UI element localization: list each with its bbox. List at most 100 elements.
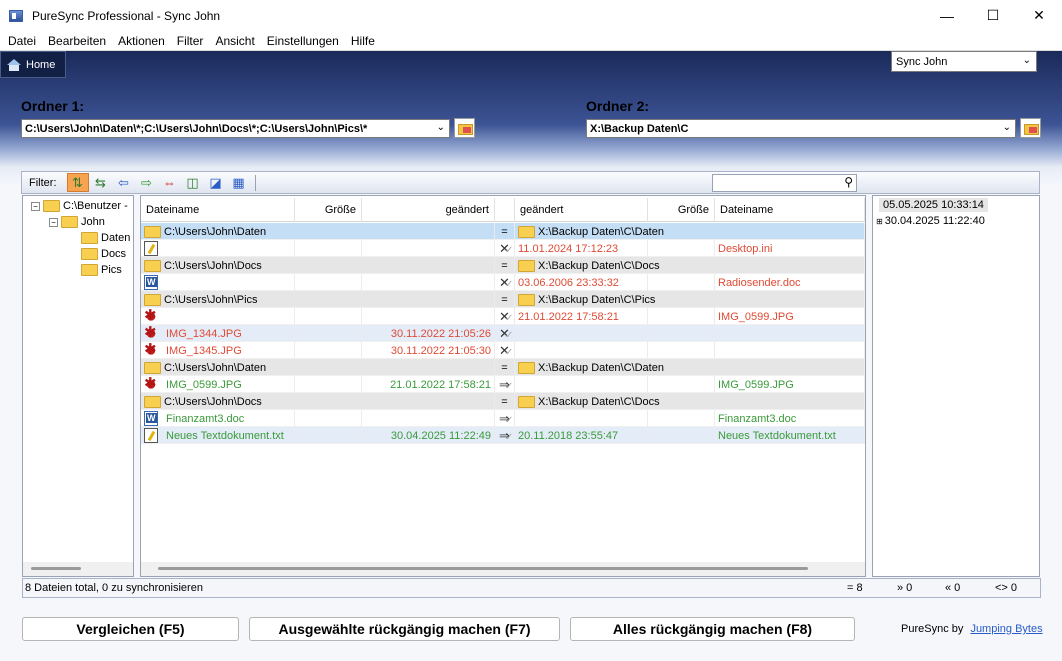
- action-cell[interactable]: =: [495, 223, 515, 240]
- action-cell[interactable]: ⇒ ✓: [495, 427, 515, 444]
- tree-item-root[interactable]: − C:\Benutzer -: [31, 198, 128, 214]
- left-folder-cell: C:\Users\John\Docs: [141, 393, 495, 410]
- left-file-name: IMG_0599.JPG: [166, 378, 242, 391]
- folder-icon: [518, 361, 535, 374]
- menu-datei[interactable]: Datei: [8, 34, 36, 48]
- action-cell[interactable]: =: [495, 359, 515, 376]
- right-size-cell: [648, 240, 715, 257]
- filter-conflict-icon[interactable]: ⇔: [159, 173, 181, 192]
- action-cell[interactable]: ✕ ✓: [495, 325, 515, 342]
- minimize-button[interactable]: —: [924, 0, 970, 31]
- expand-icon[interactable]: ⊞: [876, 217, 883, 226]
- history-item[interactable]: ⊞ 30.04.2025 11:22:40: [876, 215, 985, 227]
- action-cell[interactable]: =: [495, 291, 515, 308]
- table-row[interactable]: ✕✓03.06.2006 23:33:32 Radiosender.doc: [141, 274, 865, 291]
- menu-bearbeiten[interactable]: Bearbeiten: [48, 34, 106, 48]
- menu-einstellungen[interactable]: Einstellungen: [267, 34, 339, 48]
- folder1-browse-button[interactable]: [454, 118, 475, 138]
- compare-button[interactable]: Vergleichen (F5): [22, 617, 239, 641]
- filter-right-icon[interactable]: ⇨: [136, 173, 158, 192]
- collapse-icon[interactable]: −: [31, 201, 40, 211]
- folder-row[interactable]: C:\Users\John\Daten = X:\Backup Daten\C\Da…: [141, 359, 865, 376]
- table-row[interactable]: ✕✓21.01.2022 17:58:21 IMG_0599.JPG: [141, 308, 865, 325]
- left-size-cell: [295, 342, 362, 359]
- folder1-label: Ordner 1:: [21, 98, 85, 114]
- right-folder-cell: X:\Backup Daten\C\Pics: [515, 291, 865, 308]
- folder2-path-combo[interactable]: X:\Backup Daten\C ⌄: [586, 119, 1016, 138]
- right-modified-cell: 20.11.2018 23:55:47: [515, 427, 648, 444]
- action-cell[interactable]: ✕ ✓: [495, 342, 515, 359]
- table-row[interactable]: IMG_1344.JPG 30.11.2022 21:05:26✕✓: [141, 325, 865, 342]
- history-item[interactable]: 05.05.2025 10:33:14: [879, 198, 988, 212]
- tree-item-pics[interactable]: Pics: [81, 262, 122, 278]
- folder-row[interactable]: C:\Users\John\Daten = X:\Backup Daten\C\Da…: [141, 223, 865, 240]
- tree-item-docs[interactable]: Docs: [81, 246, 126, 262]
- folder-row[interactable]: C:\Users\John\Pics = X:\Backup Daten\C\Pic…: [141, 291, 865, 308]
- col-header-right-name[interactable]: Dateiname: [715, 198, 865, 222]
- action-cell[interactable]: =: [495, 393, 515, 410]
- text-file-icon: [144, 428, 158, 443]
- home-tab[interactable]: Home: [0, 51, 66, 78]
- grid-horizontal-scrollbar[interactable]: [141, 562, 865, 576]
- filter-left-icon[interactable]: ⇦: [113, 173, 135, 192]
- action-cell[interactable]: ✕ ✓: [495, 274, 515, 291]
- view-left-pane-icon[interactable]: ◫: [182, 173, 204, 192]
- action-cell[interactable]: ⇒ ✓: [495, 376, 515, 393]
- action-cell[interactable]: =: [495, 257, 515, 274]
- folder-icon: [43, 200, 60, 212]
- table-row[interactable]: Finanzamt3.doc ⇒✓ Finanzamt3.doc: [141, 410, 865, 427]
- view-right-pane-icon[interactable]: ◪: [205, 173, 227, 192]
- col-header-right-modified[interactable]: geändert: [515, 198, 648, 222]
- table-row[interactable]: ✕ ✓ 11.01.2024 17:12:23 Desktop.ini: [141, 240, 865, 257]
- delete-action-icon: ✕ ✓: [499, 274, 514, 290]
- action-cell[interactable]: ✕ ✓: [495, 240, 515, 257]
- table-row[interactable]: IMG_1345.JPG 30.11.2022 21:05:30✕✓: [141, 342, 865, 359]
- view-both-panes-icon[interactable]: ▦: [228, 173, 250, 192]
- col-header-left-name[interactable]: Dateiname: [141, 198, 295, 222]
- folder-row[interactable]: C:\Users\John\Docs = X:\Backup Daten\C\Doc…: [141, 393, 865, 410]
- equal-icon: =: [501, 395, 508, 408]
- right-name-cell: Desktop.ini: [715, 240, 865, 257]
- right-size-cell: [648, 325, 715, 342]
- tree-horizontal-scrollbar[interactable]: [23, 562, 133, 576]
- filter-both-directions-icon[interactable]: ⇆: [90, 173, 112, 192]
- col-header-right-size[interactable]: Größe: [648, 198, 715, 222]
- tree-item-john[interactable]: − John: [49, 214, 105, 230]
- table-row[interactable]: Neues Textdokument.txt 30.04.2025 11:22:4…: [141, 427, 865, 444]
- left-name-cell: IMG_1345.JPG: [141, 342, 295, 359]
- search-input[interactable]: ⚲: [712, 174, 857, 192]
- col-header-action[interactable]: [495, 198, 515, 222]
- action-cell[interactable]: ⇒ ✓: [495, 410, 515, 427]
- left-size-cell: [295, 274, 362, 291]
- word-document-icon: [144, 411, 158, 426]
- maximize-button[interactable]: ☐: [970, 0, 1016, 31]
- col-header-left-modified[interactable]: geändert: [362, 198, 495, 222]
- close-button[interactable]: ✕: [1016, 0, 1062, 31]
- left-size-cell: [295, 410, 362, 427]
- undo-selected-button[interactable]: Ausgewählte rückgängig machen (F7): [249, 617, 560, 641]
- tree-item-daten[interactable]: Daten: [81, 230, 130, 246]
- menu-ansicht[interactable]: Ansicht: [215, 34, 254, 48]
- table-row[interactable]: IMG_0599.JPG 21.01.2022 17:58:21⇒✓ IMG_059…: [141, 376, 865, 393]
- right-name-cell: Finanzamt3.doc: [715, 410, 865, 427]
- left-modified-cell: [362, 308, 495, 325]
- action-cell[interactable]: ✕ ✓: [495, 308, 515, 325]
- col-header-left-size[interactable]: Größe: [295, 198, 362, 222]
- jumping-bytes-link[interactable]: Jumping Bytes: [970, 623, 1042, 635]
- folder1-path-combo[interactable]: C:\Users\John\Daten\*;C:\Users\John\Docs…: [21, 119, 450, 138]
- left-folder-path: C:\Users\John\Daten: [164, 225, 267, 238]
- menu-aktionen[interactable]: Aktionen: [118, 34, 165, 48]
- menu-filter[interactable]: Filter: [177, 34, 204, 48]
- folder2-label: Ordner 2:: [586, 98, 650, 114]
- left-folder-path: C:\Users\John\Pics: [164, 293, 258, 306]
- undo-all-button[interactable]: Alles rückgängig machen (F8): [570, 617, 855, 641]
- status-bar: 8 Dateien total, 0 zu synchronisieren = …: [22, 578, 1041, 598]
- profile-select[interactable]: Sync John ⌄: [891, 51, 1037, 72]
- right-modified-cell: [515, 376, 648, 393]
- collapse-icon[interactable]: −: [49, 217, 58, 227]
- menu-hilfe[interactable]: Hilfe: [351, 34, 375, 48]
- folder-row[interactable]: C:\Users\John\Docs = X:\Backup Daten\C\Doc…: [141, 257, 865, 274]
- folder2-browse-button[interactable]: [1020, 118, 1041, 138]
- filter-all-icon[interactable]: ⇅: [66, 173, 89, 192]
- right-folder-path: X:\Backup Daten\C\Pics: [538, 293, 656, 306]
